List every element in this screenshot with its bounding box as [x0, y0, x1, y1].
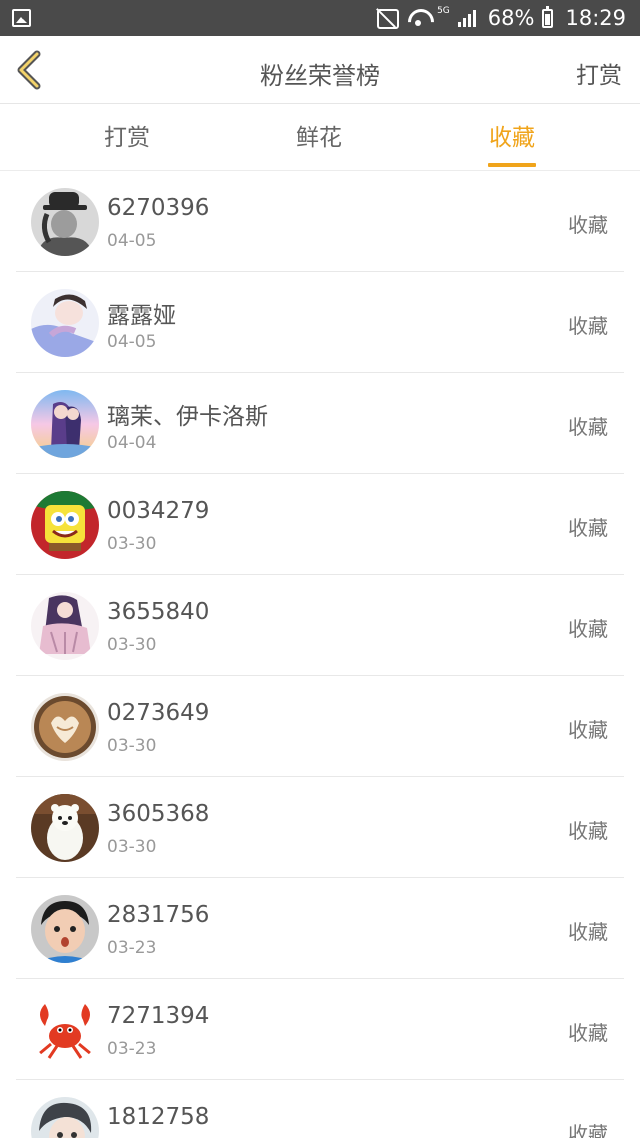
list-item[interactable]: 6270396 04-05 收藏: [16, 171, 624, 272]
action-type-label: 收藏: [568, 314, 608, 338]
tab-favorites[interactable]: 收藏: [452, 105, 572, 171]
user-name: 2831756: [107, 902, 210, 928]
gallery-notification-icon: [12, 9, 31, 27]
avatar: [31, 592, 99, 660]
chevron-left-icon: [17, 50, 41, 90]
network-type-label: 5G: [437, 6, 450, 16]
user-name: 6270396: [107, 195, 210, 221]
wifi-icon: [407, 7, 429, 29]
avatar: [31, 188, 99, 256]
action-type-label: 收藏: [568, 516, 608, 540]
avatar: [31, 996, 99, 1064]
user-name: 璃茉、伊卡洛斯: [107, 404, 268, 430]
tab-label: 鲜花: [296, 125, 342, 151]
avatar: [31, 794, 99, 862]
user-name: 7271394: [107, 1003, 210, 1029]
avatar: [31, 491, 99, 559]
action-date: 04-04: [107, 433, 157, 453]
list-item[interactable]: 露露娅 04-05 收藏: [16, 272, 624, 373]
status-bar: 5G 68% 18:29: [0, 0, 640, 36]
list-item[interactable]: 1812758 收藏: [16, 1080, 624, 1138]
clock: 18:29: [565, 6, 626, 30]
app-header: 粉丝荣誉榜 打赏: [0, 36, 640, 104]
tab-label: 打赏: [104, 125, 150, 151]
reward-button[interactable]: 打赏: [576, 56, 622, 90]
tab-flowers[interactable]: 鲜花: [259, 105, 379, 171]
avatar: [31, 390, 99, 458]
avatar: [31, 1097, 99, 1138]
action-type-label: 收藏: [568, 617, 608, 641]
list-item[interactable]: 2831756 03-23 收藏: [16, 878, 624, 979]
user-name: 3605368: [107, 801, 210, 827]
action-date: 03-30: [107, 534, 157, 554]
list-item[interactable]: 0273649 03-30 收藏: [16, 676, 624, 777]
battery-percentage: 68%: [487, 6, 535, 30]
action-date: 03-30: [107, 837, 157, 857]
tab-bar: 打赏 鲜花 收藏: [0, 105, 640, 171]
action-date: 03-30: [107, 635, 157, 655]
action-type-label: 收藏: [568, 920, 608, 944]
avatar: [31, 289, 99, 357]
battery-icon: [542, 5, 554, 28]
back-button[interactable]: [12, 48, 52, 92]
action-type-label: 收藏: [568, 415, 608, 439]
page-title: 粉丝荣誉榜: [260, 62, 380, 90]
action-date: 04-05: [107, 231, 157, 251]
list-item[interactable]: 3605368 03-30 收藏: [16, 777, 624, 878]
tab-reward[interactable]: 打赏: [67, 105, 187, 171]
action-date: 03-23: [107, 938, 157, 958]
action-type-label: 收藏: [568, 1122, 608, 1138]
fan-list: 6270396 04-05 收藏 露露娅 04-05 收藏 璃茉、伊卡洛斯 04…: [0, 171, 640, 1138]
user-name: 1812758: [107, 1104, 210, 1130]
list-item[interactable]: 0034279 03-30 收藏: [16, 474, 624, 575]
user-name: 0034279: [107, 498, 210, 524]
list-item[interactable]: 7271394 03-23 收藏: [16, 979, 624, 1080]
signal-icon: [457, 9, 480, 27]
action-type-label: 收藏: [568, 718, 608, 742]
action-date: 04-05: [107, 332, 157, 352]
list-item[interactable]: 3655840 03-30 收藏: [16, 575, 624, 676]
user-name: 露露娅: [107, 303, 176, 329]
user-name: 0273649: [107, 700, 210, 726]
status-indicators: 5G 68% 18:29: [375, 0, 626, 36]
action-date: 03-30: [107, 736, 157, 756]
action-type-label: 收藏: [568, 213, 608, 237]
avatar: [31, 895, 99, 963]
mute-icon: [375, 7, 400, 29]
action-type-label: 收藏: [568, 1021, 608, 1045]
list-item[interactable]: 璃茉、伊卡洛斯 04-04 收藏: [16, 373, 624, 474]
action-type-label: 收藏: [568, 819, 608, 843]
active-tab-indicator: [488, 163, 536, 167]
avatar: [31, 693, 99, 761]
tab-label: 收藏: [489, 125, 535, 151]
action-date: 03-23: [107, 1039, 157, 1059]
user-name: 3655840: [107, 599, 210, 625]
